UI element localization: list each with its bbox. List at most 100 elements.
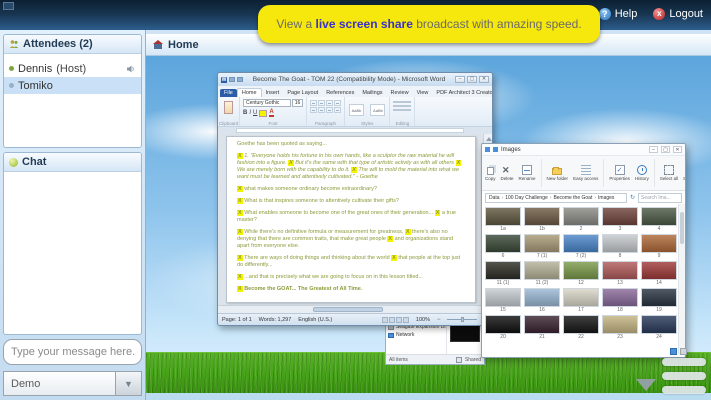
indent-button[interactable]	[326, 100, 333, 106]
font-size-box[interactable]: 16	[292, 99, 303, 107]
breadcrumb-segment[interactable]: 100 Day Challenge	[505, 195, 548, 201]
explorer-ribbon-properties-button[interactable]: Properties	[609, 165, 630, 181]
demo-dropdown-arrow-icon[interactable]: ▼	[115, 372, 141, 395]
photo-thumbnail[interactable]: 23	[602, 315, 638, 340]
highlight-color-button[interactable]	[259, 110, 267, 117]
photo-thumbnail[interactable]: 7 (2)	[563, 234, 599, 259]
photo-thumbnail[interactable]: 15	[485, 288, 521, 313]
save-icon[interactable]	[229, 77, 235, 82]
word-tab-view[interactable]: View	[413, 89, 433, 97]
word-minimize-button[interactable]: –	[455, 76, 465, 83]
align-left-button[interactable]	[310, 107, 317, 113]
word-tab-insert[interactable]: Insert	[262, 89, 284, 97]
scroll-up-icon[interactable]	[486, 137, 492, 141]
word-close-button[interactable]: ✕	[479, 76, 489, 83]
zoom-out-button[interactable]: −	[437, 317, 441, 323]
view-switcher-buttons[interactable]	[382, 317, 409, 323]
demo-dropdown[interactable]: Demo ▼	[3, 371, 142, 396]
explorer-ribbon-rename-button[interactable]: Rename	[519, 165, 536, 181]
align-right-button[interactable]	[326, 107, 333, 113]
breadcrumb-segment[interactable]: Become the Goat	[553, 195, 592, 201]
explorer-ribbon-delete-button[interactable]: Delete	[501, 165, 514, 181]
explorer-scrollbar-thumb[interactable]	[680, 212, 684, 244]
photo-thumbnail[interactable]: 8	[602, 234, 638, 259]
explorer-close-button[interactable]: ✕	[673, 146, 682, 153]
help-button[interactable]: ? Help	[599, 8, 638, 20]
explorer-ribbon-new-folder-button[interactable]: New folder	[547, 165, 569, 181]
chat-message-input[interactable]	[3, 339, 142, 365]
photo-thumbnail[interactable]: 24	[641, 315, 677, 340]
word-tab-review[interactable]: Review	[387, 89, 413, 97]
photo-thumbnail[interactable]: 1a	[485, 207, 521, 232]
overlay-control-button[interactable]	[662, 372, 706, 380]
photo-thumbnail[interactable]: 17	[563, 288, 599, 313]
align-center-button[interactable]	[318, 107, 325, 113]
explorer-maximize-button[interactable]: ▢	[661, 146, 670, 153]
photo-thumbnail[interactable]: 22	[563, 315, 599, 340]
word-tab-mailings[interactable]: Mailings	[358, 89, 386, 97]
italic-button[interactable]: I	[249, 110, 251, 116]
photo-thumbnail[interactable]: 2	[563, 207, 599, 232]
word-hscroll-thumb[interactable]	[313, 307, 383, 312]
logout-button[interactable]: x Logout	[653, 8, 703, 20]
word-tab-page-layout[interactable]: Page Layout	[283, 89, 322, 97]
numbering-button[interactable]	[318, 100, 325, 106]
bold-button[interactable]: B	[243, 110, 247, 116]
photo-thumbnail[interactable]: 13	[602, 261, 638, 286]
photo-thumbnail[interactable]: 21	[524, 315, 560, 340]
photo-thumbnail[interactable]: 4	[641, 207, 677, 232]
overlay-control-button[interactable]	[662, 358, 706, 366]
zoom-slider-handle[interactable]	[461, 317, 464, 322]
font-name-box[interactable]: Century Gothic	[243, 99, 291, 107]
breadcrumb-segment[interactable]: Data	[489, 195, 500, 201]
undo-icon[interactable]	[237, 77, 243, 82]
photo-thumbnail[interactable]: 1b	[524, 207, 560, 232]
underline-button[interactable]: U	[253, 110, 257, 116]
photo-thumbnail[interactable]: 18	[602, 288, 638, 313]
explorer-ribbon-select-all-button[interactable]: Select all	[660, 165, 678, 181]
explorer-ribbon-select-none-button[interactable]: Select none	[683, 165, 685, 181]
overlay-control-button[interactable]	[662, 386, 706, 394]
zoom-slider[interactable]	[447, 319, 477, 320]
photo-thumbnail[interactable]: 14	[641, 261, 677, 286]
word-horizontal-scrollbar[interactable]	[218, 305, 492, 313]
photo-thumbnail[interactable]: 3	[602, 207, 638, 232]
bullets-button[interactable]	[310, 100, 317, 106]
photo-thumbnail[interactable]: 7 (1)	[524, 234, 560, 259]
photo-thumbnail[interactable]: 12	[563, 261, 599, 286]
line-spacing-button[interactable]	[334, 107, 341, 113]
photo-thumbnail[interactable]: 16	[524, 288, 560, 313]
photo-thumbnail[interactable]: 9	[641, 234, 677, 259]
attendee-row[interactable]: Tomiko	[4, 77, 141, 94]
photo-thumbnail[interactable]: 6	[485, 234, 521, 259]
sort-button[interactable]	[334, 100, 341, 106]
explorer-ribbon-copy-button[interactable]: Copy	[485, 165, 496, 181]
explorer-ribbon-history-button[interactable]: History	[635, 165, 649, 181]
word-tab-home[interactable]: Home	[237, 88, 262, 97]
quick-style-button[interactable]: AaBb	[349, 104, 364, 116]
overlay-tool-icon[interactable]	[680, 348, 687, 355]
editing-commands[interactable]	[393, 101, 411, 111]
overlay-tool-icon[interactable]	[670, 348, 677, 355]
photo-thumbnail[interactable]: 19	[641, 288, 677, 313]
explorer-minimize-button[interactable]: –	[649, 146, 658, 153]
explorer-ribbon-easy-access-button[interactable]: Easy access	[573, 165, 598, 181]
font-color-button[interactable]: A	[269, 109, 273, 117]
photo-thumbnail[interactable]: 20	[485, 315, 521, 340]
word-tab-references[interactable]: References	[322, 89, 358, 97]
drive-nav-item[interactable]: Network	[386, 331, 446, 339]
refresh-icon[interactable]: ↻	[630, 194, 635, 201]
paste-icon[interactable]	[224, 101, 233, 114]
photo-thumbnail[interactable]: 11 (1)	[485, 261, 521, 286]
photo-thumbnail[interactable]: 11 (2)	[524, 261, 560, 286]
attendee-row[interactable]: Dennis(Host)	[4, 60, 141, 77]
breadcrumb-segment[interactable]: Images	[598, 195, 614, 201]
word-tab-pdf-architect-3-creator[interactable]: PDF Architect 3 Creator	[432, 89, 493, 97]
overlay-collapse-arrow[interactable]	[636, 379, 656, 391]
explorer-search-input[interactable]: Search Ima...	[638, 193, 682, 203]
word-tab-file[interactable]: File	[220, 89, 237, 97]
breadcrumb[interactable]: Data›100 Day Challenge›Become the Goat›I…	[485, 193, 627, 203]
change-styles-button[interactable]: AaBb	[370, 104, 385, 116]
word-maximize-button[interactable]: ▢	[467, 76, 477, 83]
explorer-qat-icon[interactable]	[493, 147, 498, 152]
